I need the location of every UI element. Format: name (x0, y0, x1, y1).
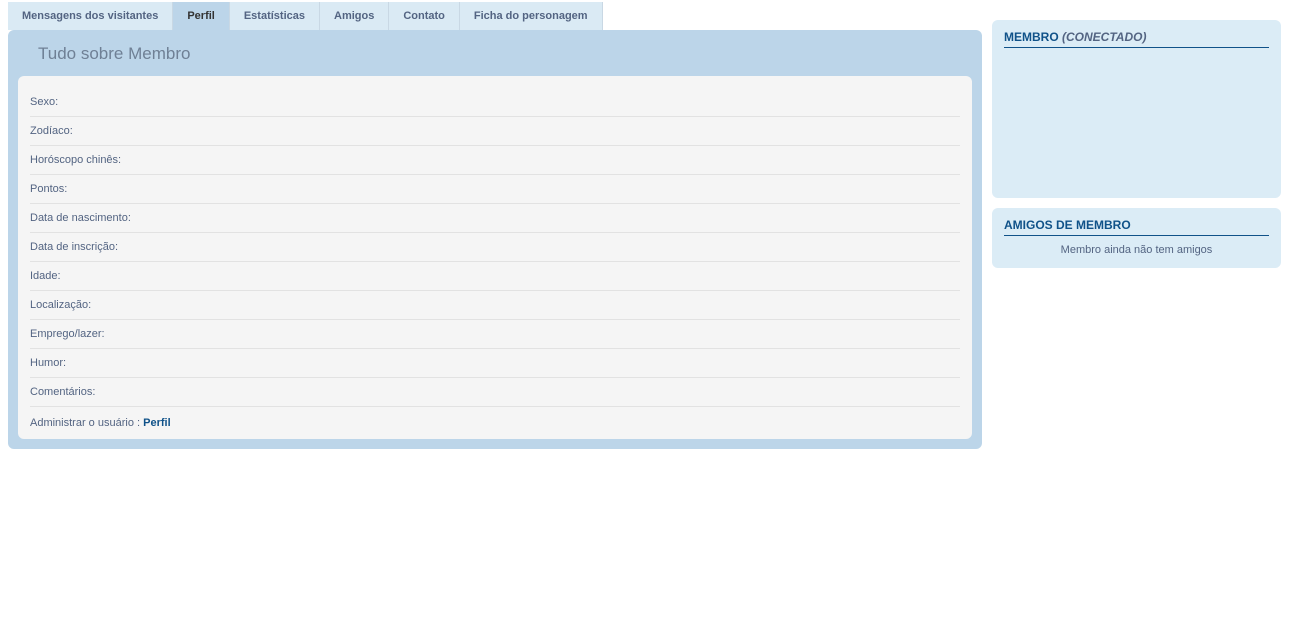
field-birthdate: Data de nascimento: (30, 204, 960, 233)
field-label: Pontos: (30, 183, 67, 195)
field-location: Localização: (30, 291, 960, 320)
member-title: MEMBRO (1004, 30, 1062, 44)
member-status-box: MEMBRO (CONECTADO) (992, 20, 1281, 198)
field-job-hobby: Emprego/lazer: (30, 320, 960, 349)
field-label: Humor: (30, 357, 66, 369)
tab-profile[interactable]: Perfil (173, 2, 230, 30)
field-sex: Sexo: (30, 88, 960, 117)
member-status-header: MEMBRO (CONECTADO) (1004, 30, 1269, 48)
field-comments: Comentários: (30, 378, 960, 407)
admin-user-row: Administrar o usuário : Perfil (30, 407, 960, 429)
field-label: Emprego/lazer: (30, 328, 105, 340)
field-age: Idade: (30, 262, 960, 291)
friends-box-body: Membro ainda não tem amigos (1004, 244, 1269, 256)
profile-panel: Tudo sobre Membro Sexo: Zodíaco: Horósco… (8, 30, 982, 449)
field-chinese-horoscope: Horóscopo chinês: (30, 146, 960, 175)
tab-friends[interactable]: Amigos (320, 2, 389, 30)
field-label: Horóscopo chinês: (30, 154, 121, 166)
friends-box-header: AMIGOS DE MEMBRO (1004, 218, 1269, 236)
field-label: Data de nascimento: (30, 212, 131, 224)
panel-title: Tudo sobre Membro (18, 44, 972, 76)
admin-user-text: Administrar o usuário : (30, 417, 143, 429)
tab-contact[interactable]: Contato (389, 2, 460, 30)
tab-visitor-messages[interactable]: Mensagens dos visitantes (8, 2, 173, 30)
field-label: Comentários: (30, 386, 95, 398)
panel-body: Sexo: Zodíaco: Horóscopo chinês: Pontos:… (18, 76, 972, 439)
field-label: Data de inscrição: (30, 241, 118, 253)
field-registration-date: Data de inscrição: (30, 233, 960, 262)
member-box-body (1004, 56, 1269, 186)
field-points: Pontos: (30, 175, 960, 204)
field-label: Zodíaco: (30, 125, 73, 137)
member-status: (CONECTADO) (1062, 30, 1146, 44)
admin-profile-link[interactable]: Perfil (143, 417, 171, 429)
tab-statistics[interactable]: Estatísticas (230, 2, 320, 30)
field-label: Localização: (30, 299, 91, 311)
profile-tabs: Mensagens dos visitantes Perfil Estatíst… (8, 2, 982, 30)
field-zodiac: Zodíaco: (30, 117, 960, 146)
tab-character-sheet[interactable]: Ficha do personagem (460, 2, 603, 30)
field-label: Sexo: (30, 96, 58, 108)
field-label: Idade: (30, 270, 61, 282)
field-humor: Humor: (30, 349, 960, 378)
friends-box: AMIGOS DE MEMBRO Membro ainda não tem am… (992, 208, 1281, 268)
